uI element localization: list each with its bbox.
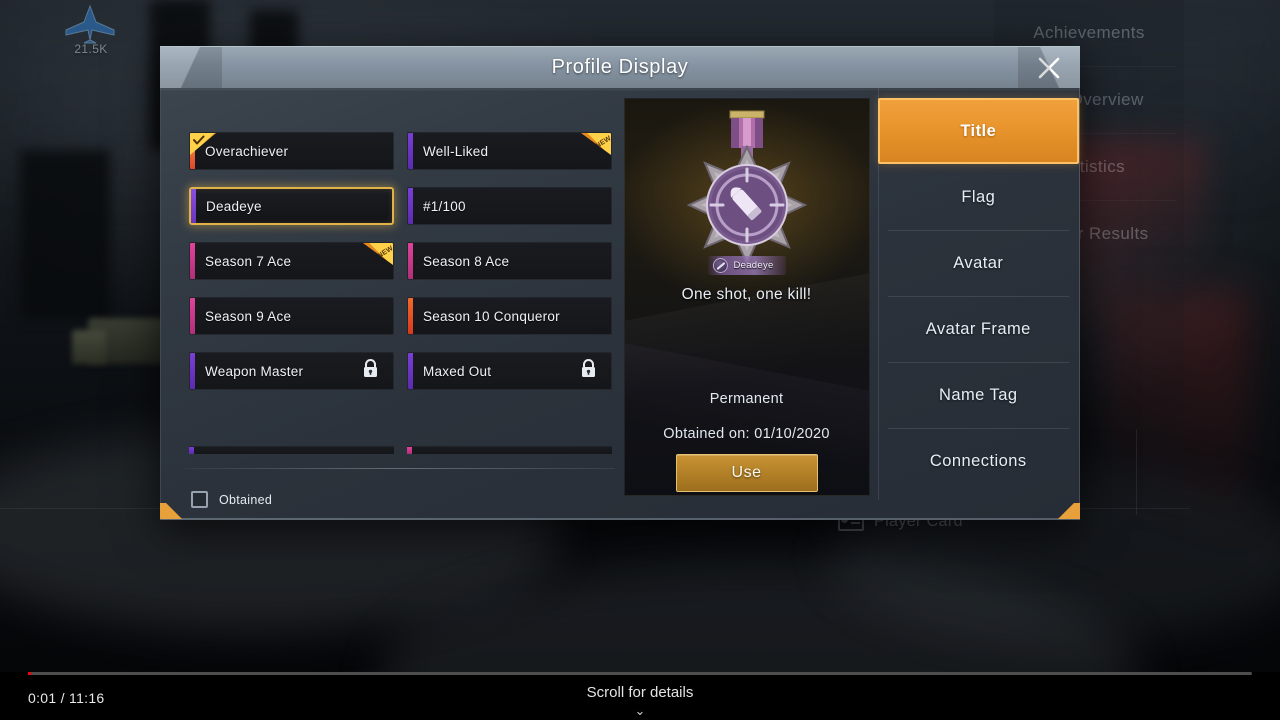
title-rarity-bar: [191, 189, 196, 223]
category-tabs: Title Flag Avatar Avatar Frame Name Tag Conne…: [877, 88, 1079, 518]
tab-connections[interactable]: Connections: [878, 428, 1079, 494]
title-item-label: Season 7 Ace: [205, 253, 292, 269]
checkbox-label: Obtained: [219, 492, 273, 507]
title-duration: Permanent: [709, 391, 784, 407]
title-rarity-bar: [408, 243, 413, 279]
title-rarity-bar: [190, 298, 195, 334]
video-player-controls: 0:01 / 11:16 Scroll for details ⌄: [0, 672, 1280, 720]
obtained-filter-checkbox[interactable]: Obtained: [191, 491, 272, 508]
title-preview-pane: Deadeye One shot, one kill! Permanent Ob…: [623, 88, 870, 518]
video-progress-bar[interactable]: [28, 672, 1252, 675]
tab-name-tag[interactable]: Name Tag: [878, 362, 1079, 428]
tab-avatar[interactable]: Avatar: [878, 230, 1079, 296]
tab-label: Flag: [961, 187, 996, 206]
nameplate-text: Deadeye: [733, 260, 774, 271]
title-obtained-on: Obtained on: 01/10/2020: [663, 426, 830, 442]
deadeye-medal-icon: [686, 110, 807, 266]
title-item-label: Season 9 Ace: [205, 308, 292, 324]
tab-flag[interactable]: Flag: [878, 164, 1079, 230]
preview-card: Deadeye One shot, one kill! Permanent Ob…: [623, 98, 870, 496]
title-item[interactable]: #1/100: [407, 187, 612, 225]
bg-nav-label: Achievements: [1033, 23, 1145, 42]
title-item[interactable]: Season 10 Conqueror: [407, 297, 612, 335]
background-tree: [20, 150, 110, 320]
title-item[interactable]: Overachiever: [189, 132, 394, 170]
title-rarity-bar: [408, 353, 413, 389]
title-item-label: Overachiever: [205, 143, 289, 159]
title-item[interactable]: Deadeye: [189, 187, 394, 225]
close-x-glyph: [1038, 57, 1060, 79]
nameplate-emblem-icon: [712, 258, 728, 273]
preview-nameplate: Deadeye: [707, 256, 786, 275]
new-badge-icon: NEW: [581, 133, 611, 155]
title-item-label: #1/100: [423, 198, 466, 214]
title-rarity-bar: [408, 133, 413, 169]
title-item-label: Maxed Out: [423, 363, 492, 379]
title-item-label: Season 10 Conqueror: [423, 308, 560, 324]
lock-icon: [580, 359, 597, 383]
background-vehicle-cab: [72, 330, 106, 364]
tab-avatar-frame[interactable]: Avatar Frame: [878, 296, 1079, 362]
chevron-down-icon[interactable]: ⌄: [0, 704, 1280, 717]
title-item-label: Weapon Master: [205, 363, 304, 379]
background-snow-center: [380, 560, 1140, 672]
tab-label: Connections: [929, 451, 1027, 470]
cut-off-rows: [189, 446, 612, 456]
title-rarity-bar: [190, 243, 195, 279]
title-item[interactable]: Weapon Master: [189, 352, 394, 390]
game-background: 21.5K Achievements Tier Overview Statist…: [0, 0, 1280, 672]
title-item[interactable]: Well-Liked NEW: [407, 132, 612, 170]
tab-label: Avatar Frame: [925, 319, 1031, 338]
dialog-header: Profile Display: [160, 46, 1080, 89]
background-divider-vertical: [1136, 430, 1137, 515]
title-item[interactable]: Season 7 Ace NEW: [189, 242, 394, 280]
title-tagline: One shot, one kill!: [681, 286, 812, 303]
divider: [183, 468, 615, 469]
use-button[interactable]: Use: [675, 454, 818, 492]
checkbox-box: [191, 491, 208, 508]
tab-label: Name Tag: [939, 385, 1018, 404]
title-rarity-bar: [408, 298, 413, 334]
title-item-label: Well-Liked: [423, 143, 489, 159]
use-button-label: Use: [731, 464, 762, 481]
scroll-for-details-label: Scroll for details: [586, 684, 694, 701]
dialog-body: Overachiever Well-Liked NEW Deadeye #1/100 Se…: [160, 88, 1080, 520]
tab-label: Title: [960, 121, 997, 140]
plane-count: 21.5K: [74, 42, 108, 56]
profile-display-dialog: Profile Display Overachiever Well-Liked NE…: [160, 46, 1080, 520]
title-rarity-bar: [190, 353, 195, 389]
title-list-pane: Overachiever Well-Liked NEW Deadeye #1/100 Se…: [161, 88, 624, 518]
title-grid: Overachiever Well-Liked NEW Deadeye #1/100 Se…: [189, 132, 624, 390]
plane-icon: [65, 4, 115, 44]
title-item-label: Deadeye: [206, 198, 262, 214]
cut-off-row: [189, 446, 394, 454]
dialog-title: Profile Display: [551, 56, 689, 78]
title-item[interactable]: Maxed Out: [407, 352, 612, 390]
tab-title[interactable]: Title: [877, 98, 1079, 164]
tab-label: Avatar: [953, 253, 1004, 272]
new-badge-icon: NEW: [363, 243, 393, 265]
lock-icon: [362, 359, 379, 383]
title-item-label: Season 8 Ace: [423, 253, 510, 269]
close-icon[interactable]: [1028, 51, 1070, 85]
plane-hud: 21.5K: [48, 4, 134, 66]
title-rarity-bar: [408, 188, 413, 224]
screen: 21.5K Achievements Tier Overview Statist…: [0, 0, 1280, 720]
cut-off-row: [407, 446, 612, 454]
video-progress-played: [28, 672, 31, 675]
title-item[interactable]: Season 8 Ace: [407, 242, 612, 280]
title-item[interactable]: Season 9 Ace: [189, 297, 394, 335]
